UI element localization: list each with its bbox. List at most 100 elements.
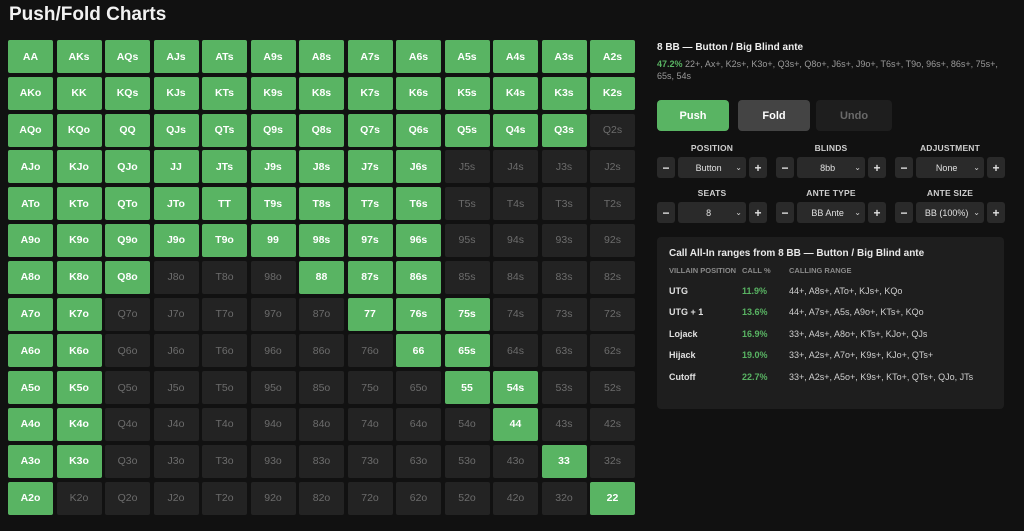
undo-button[interactable]: Undo bbox=[816, 100, 892, 131]
hand-cell-k2s[interactable]: K2s bbox=[590, 76, 635, 110]
hand-cell-t2o[interactable]: T2o bbox=[202, 481, 247, 515]
hand-cell-aa[interactable]: AA bbox=[8, 40, 53, 73]
hand-cell-jts[interactable]: JTs bbox=[202, 150, 247, 184]
ante-size-decrement-button[interactable]: − bbox=[895, 202, 913, 223]
hand-cell-t4o[interactable]: T4o bbox=[202, 407, 247, 441]
hand-cell-ajo[interactable]: AJo bbox=[8, 150, 53, 184]
hand-cell-63s[interactable]: 63s bbox=[541, 334, 587, 368]
hand-cell-ajs[interactable]: AJs bbox=[153, 40, 199, 73]
hand-cell-22[interactable]: 22 bbox=[590, 481, 635, 515]
hand-cell-a3s[interactable]: A3s bbox=[541, 40, 587, 73]
hand-cell-t7s[interactable]: T7s bbox=[347, 187, 393, 221]
seats-increment-button[interactable]: + bbox=[749, 202, 767, 223]
hand-cell-a7s[interactable]: A7s bbox=[347, 40, 393, 73]
hand-cell-95o[interactable]: 95o bbox=[250, 371, 296, 405]
hand-cell-64o[interactable]: 64o bbox=[396, 407, 441, 441]
hand-cell-q7o[interactable]: Q7o bbox=[105, 297, 150, 331]
hand-cell-54o[interactable]: 54o bbox=[444, 407, 490, 441]
hand-cell-99[interactable]: 99 bbox=[250, 223, 296, 257]
hand-cell-a5s[interactable]: A5s bbox=[444, 40, 490, 73]
hand-cell-76s[interactable]: 76s bbox=[396, 297, 441, 331]
hand-cell-k6o[interactable]: K6o bbox=[56, 334, 102, 368]
hand-cell-a8o[interactable]: A8o bbox=[8, 260, 53, 294]
hand-cell-q2s[interactable]: Q2s bbox=[590, 113, 635, 147]
hand-cell-86s[interactable]: 86s bbox=[396, 260, 441, 294]
hand-cell-a6o[interactable]: A6o bbox=[8, 334, 53, 368]
hand-cell-42s[interactable]: 42s bbox=[590, 407, 635, 441]
hand-cell-87s[interactable]: 87s bbox=[347, 260, 393, 294]
hand-cell-a7o[interactable]: A7o bbox=[8, 297, 53, 331]
position-decrement-button[interactable]: − bbox=[657, 157, 675, 178]
hand-cell-t6o[interactable]: T6o bbox=[202, 334, 247, 368]
hand-cell-q8o[interactable]: Q8o bbox=[105, 260, 150, 294]
hand-cell-82s[interactable]: 82s bbox=[590, 260, 635, 294]
hand-cell-aqs[interactable]: AQs bbox=[105, 40, 150, 73]
hand-cell-kjs[interactable]: KJs bbox=[153, 76, 199, 110]
hand-cell-93s[interactable]: 93s bbox=[541, 223, 587, 257]
hand-cell-83o[interactable]: 83o bbox=[299, 444, 344, 478]
hand-cell-a6s[interactable]: A6s bbox=[396, 40, 441, 73]
ante-type-decrement-button[interactable]: − bbox=[776, 202, 794, 223]
hand-cell-96s[interactable]: 96s bbox=[396, 223, 441, 257]
hand-cell-j4o[interactable]: J4o bbox=[153, 407, 199, 441]
hand-cell-j6o[interactable]: J6o bbox=[153, 334, 199, 368]
hand-cell-qjs[interactable]: QJs bbox=[153, 113, 199, 147]
hand-cell-j9o[interactable]: J9o bbox=[153, 223, 199, 257]
hand-cell-tt[interactable]: TT bbox=[202, 187, 247, 221]
hand-cell-t4s[interactable]: T4s bbox=[493, 187, 538, 221]
hand-cell-q4o[interactable]: Q4o bbox=[105, 407, 150, 441]
hand-cell-qto[interactable]: QTo bbox=[105, 187, 150, 221]
hand-cell-97o[interactable]: 97o bbox=[250, 297, 296, 331]
hand-cell-jto[interactable]: JTo bbox=[153, 187, 199, 221]
hand-cell-a8s[interactable]: A8s bbox=[299, 40, 344, 73]
blinds-dropdown[interactable]: 8bb ⌄ bbox=[797, 157, 865, 178]
hand-cell-j5s[interactable]: J5s bbox=[444, 150, 490, 184]
ante-type-increment-button[interactable]: + bbox=[868, 202, 886, 223]
hand-cell-72s[interactable]: 72s bbox=[590, 297, 635, 331]
hand-cell-44[interactable]: 44 bbox=[493, 407, 538, 441]
hand-cell-32s[interactable]: 32s bbox=[590, 444, 635, 478]
hand-cell-85s[interactable]: 85s bbox=[444, 260, 490, 294]
hand-cell-t8s[interactable]: T8s bbox=[299, 187, 344, 221]
hand-cell-65s[interactable]: 65s bbox=[444, 334, 490, 368]
hand-cell-j2o[interactable]: J2o bbox=[153, 481, 199, 515]
position-dropdown[interactable]: Button ⌄ bbox=[678, 157, 746, 178]
hand-cell-a2s[interactable]: A2s bbox=[590, 40, 635, 73]
hand-cell-t9o[interactable]: T9o bbox=[202, 223, 247, 257]
hand-cell-ato[interactable]: ATo bbox=[8, 187, 53, 221]
hand-cell-84s[interactable]: 84s bbox=[493, 260, 538, 294]
hand-cell-q9s[interactable]: Q9s bbox=[250, 113, 296, 147]
hand-cell-q7s[interactable]: Q7s bbox=[347, 113, 393, 147]
hand-cell-j4s[interactable]: J4s bbox=[493, 150, 538, 184]
hand-cell-k3s[interactable]: K3s bbox=[541, 76, 587, 110]
hand-cell-q5s[interactable]: Q5s bbox=[444, 113, 490, 147]
hand-cell-88[interactable]: 88 bbox=[299, 260, 344, 294]
hand-cell-64s[interactable]: 64s bbox=[493, 334, 538, 368]
hand-cell-73o[interactable]: 73o bbox=[347, 444, 393, 478]
hand-cell-k9s[interactable]: K9s bbox=[250, 76, 296, 110]
hand-cell-a9s[interactable]: A9s bbox=[250, 40, 296, 73]
hand-cell-53o[interactable]: 53o bbox=[444, 444, 490, 478]
hand-cell-kjo[interactable]: KJo bbox=[56, 150, 102, 184]
hand-cell-k4o[interactable]: K4o bbox=[56, 407, 102, 441]
hand-cell-k5o[interactable]: K5o bbox=[56, 371, 102, 405]
fold-button[interactable]: Fold bbox=[738, 100, 810, 131]
hand-cell-k7s[interactable]: K7s bbox=[347, 76, 393, 110]
hand-cell-a4s[interactable]: A4s bbox=[493, 40, 538, 73]
hand-cell-86o[interactable]: 86o bbox=[299, 334, 344, 368]
hand-cell-72o[interactable]: 72o bbox=[347, 481, 393, 515]
hand-cell-t2s[interactable]: T2s bbox=[590, 187, 635, 221]
hand-cell-q3s[interactable]: Q3s bbox=[541, 113, 587, 147]
hand-cell-qjo[interactable]: QJo bbox=[105, 150, 150, 184]
hand-cell-a3o[interactable]: A3o bbox=[8, 444, 53, 478]
hand-cell-t9s[interactable]: T9s bbox=[250, 187, 296, 221]
position-increment-button[interactable]: + bbox=[749, 157, 767, 178]
hand-cell-jj[interactable]: JJ bbox=[153, 150, 199, 184]
hand-cell-92s[interactable]: 92s bbox=[590, 223, 635, 257]
hand-cell-j3o[interactable]: J3o bbox=[153, 444, 199, 478]
hand-cell-aqo[interactable]: AQo bbox=[8, 113, 53, 147]
hand-cell-a2o[interactable]: A2o bbox=[8, 481, 53, 515]
hand-cell-k3o[interactable]: K3o bbox=[56, 444, 102, 478]
hand-cell-76o[interactable]: 76o bbox=[347, 334, 393, 368]
hand-cell-53s[interactable]: 53s bbox=[541, 371, 587, 405]
